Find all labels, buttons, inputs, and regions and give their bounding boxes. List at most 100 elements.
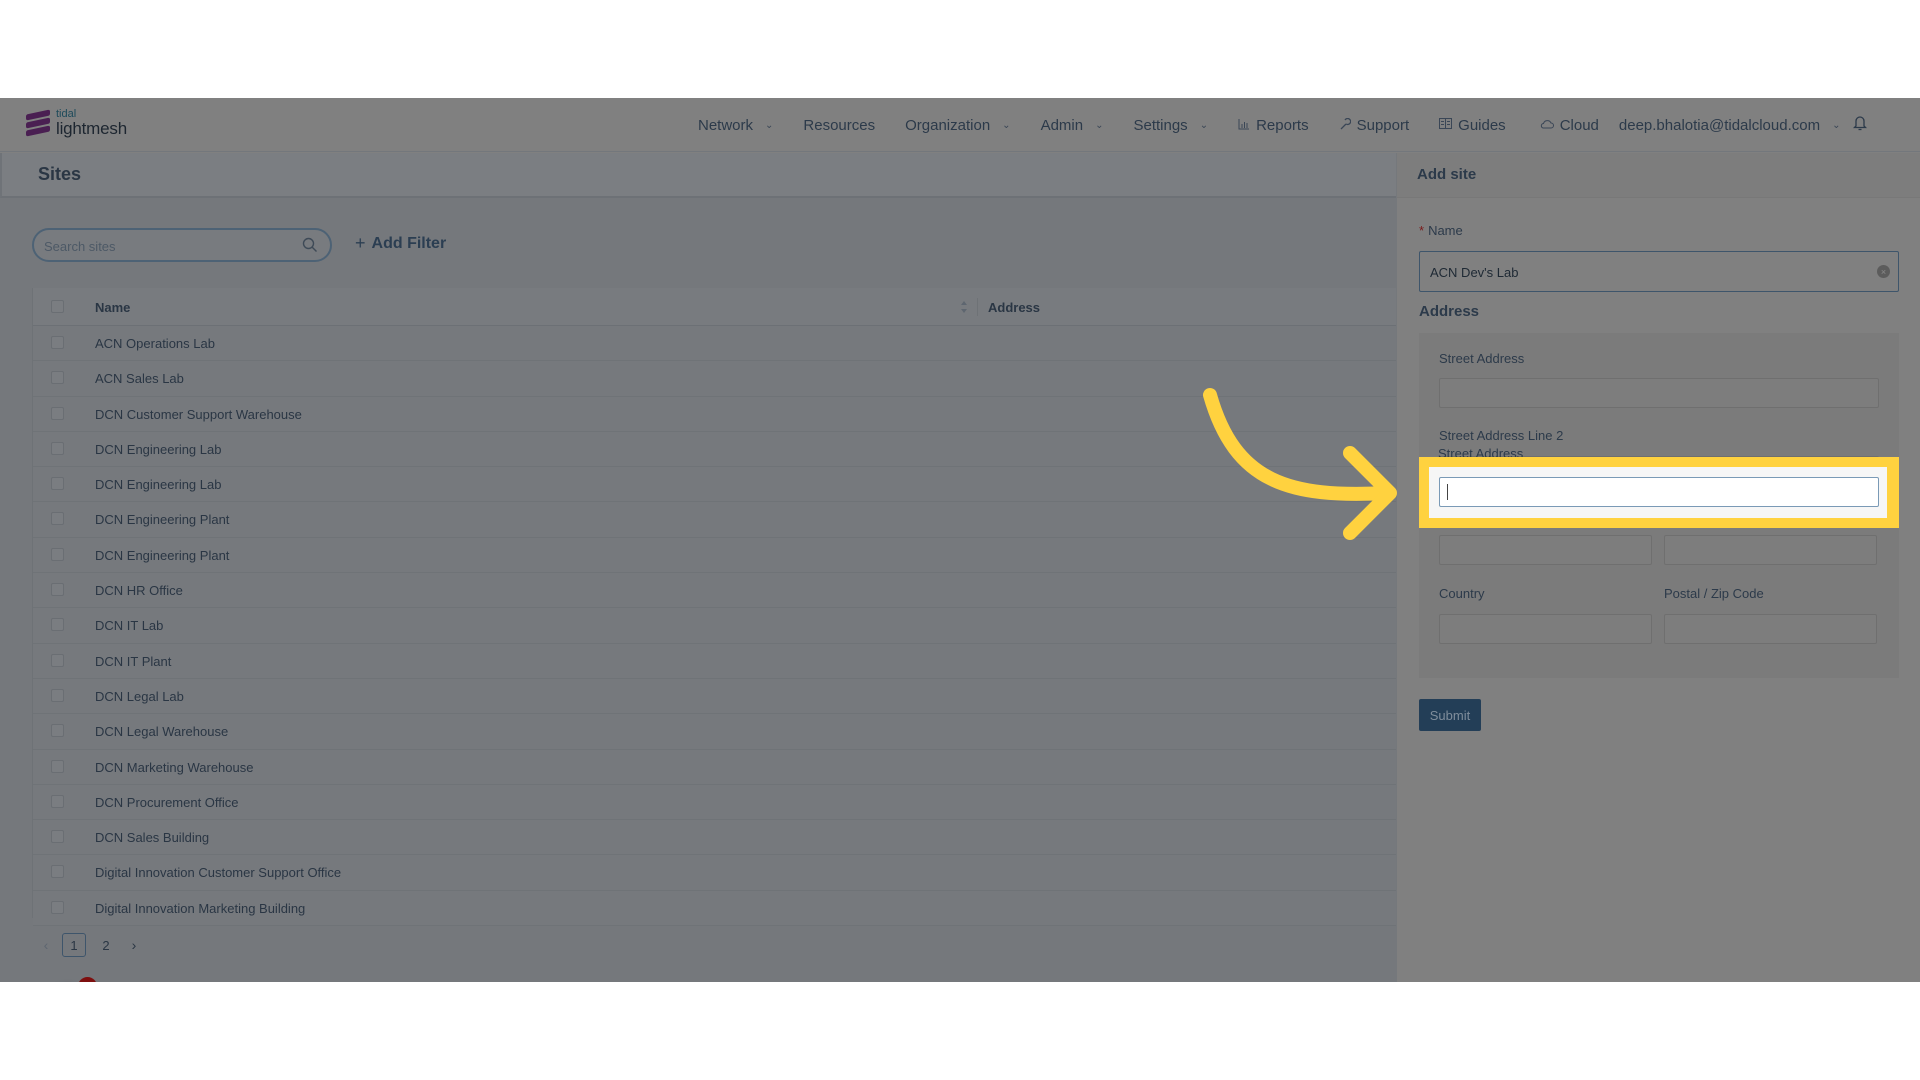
site-name-cell[interactable]: DCN Sales Building <box>95 830 209 845</box>
submit-button[interactable]: Submit <box>1419 699 1481 731</box>
row-checkbox[interactable] <box>51 618 64 632</box>
nav-cloud[interactable]: Cloud <box>1540 117 1599 134</box>
state-field[interactable] <box>1664 535 1877 565</box>
sort-icon[interactable] <box>960 299 968 315</box>
search-sites[interactable] <box>32 228 332 262</box>
table-row[interactable]: DCN IT Lab <box>33 608 1397 644</box>
country-field[interactable] <box>1439 614 1652 644</box>
street-address-field[interactable] <box>1439 378 1879 408</box>
nav-support[interactable]: Support <box>1339 117 1409 134</box>
site-name-cell[interactable]: DCN Procurement Office <box>95 795 239 810</box>
site-name-cell[interactable]: DCN Engineering Plant <box>95 548 229 563</box>
row-checkbox[interactable] <box>51 794 64 808</box>
site-name-cell[interactable]: DCN HR Office <box>95 583 183 598</box>
table-row[interactable]: DCN HR Office <box>33 573 1397 609</box>
plus-icon: + <box>355 233 366 253</box>
site-name-cell[interactable]: DCN Engineering Plant <box>95 512 229 527</box>
table-row[interactable]: DCN Marketing Warehouse <box>33 749 1397 785</box>
site-name-cell[interactable]: DCN Marketing Warehouse <box>95 760 253 775</box>
next-page-icon[interactable]: › <box>126 937 142 953</box>
nav-menu: Network ⌄ Resources Organization ⌄ Admin… <box>698 98 1870 152</box>
table-header: Name Address <box>33 288 1397 326</box>
site-name-cell[interactable]: DCN Engineering Lab <box>95 477 221 492</box>
nav-organization[interactable]: Organization ⌄ <box>905 117 1010 134</box>
street-address-input[interactable] <box>1446 483 1866 501</box>
table-row[interactable]: DCN Procurement Office <box>33 784 1397 821</box>
name-input[interactable] <box>1430 262 1860 282</box>
search-icon[interactable] <box>302 237 318 253</box>
top-navigation: tidal lightmesh Network ⌄ Resources Orga… <box>0 98 1920 152</box>
row-checkbox[interactable] <box>51 512 64 526</box>
table-row[interactable]: DCN Legal Lab <box>33 678 1397 715</box>
site-name-cell[interactable]: ACN Operations Lab <box>95 336 215 351</box>
street-address-line2-label: Street Address Line 2 <box>1439 428 1564 443</box>
table-row[interactable]: DCN Engineering Plant <box>33 537 1397 574</box>
site-name-cell[interactable]: DCN IT Plant <box>95 654 171 669</box>
site-name-cell[interactable]: DCN Engineering Lab <box>95 442 221 457</box>
row-checkbox[interactable] <box>51 900 64 914</box>
nav-organization-label: Organization <box>905 116 991 134</box>
clear-icon[interactable]: × <box>1877 265 1890 278</box>
nav-network[interactable]: Network ⌄ <box>698 117 773 134</box>
page-1-button[interactable]: 1 <box>62 933 86 957</box>
row-checkbox[interactable] <box>51 759 64 773</box>
row-checkbox[interactable] <box>51 724 64 738</box>
user-menu[interactable]: deep.bhalotia@tidalcloud.com ⌄ <box>1619 117 1841 134</box>
chevron-down-icon: ⌄ <box>1095 119 1104 131</box>
nav-reports[interactable]: Reports <box>1238 117 1309 134</box>
nav-settings[interactable]: Settings ⌄ <box>1133 117 1208 134</box>
nav-guides-label: Guides <box>1458 116 1506 134</box>
row-checkbox[interactable] <box>51 865 64 879</box>
city-field[interactable] <box>1439 535 1652 565</box>
site-name-cell[interactable]: DCN IT Lab <box>95 618 163 633</box>
nav-admin[interactable]: Admin ⌄ <box>1041 117 1104 134</box>
table-row[interactable]: Digital Innovation Marketing Building <box>33 890 1397 927</box>
table-row[interactable]: Digital Innovation Customer Support Offi… <box>33 855 1397 891</box>
row-checkbox[interactable] <box>51 547 64 561</box>
row-checkbox[interactable] <box>51 583 64 597</box>
row-checkbox[interactable] <box>51 477 64 491</box>
pagination: ‹ 1 2 › <box>38 933 142 957</box>
nav-resources[interactable]: Resources <box>803 117 875 134</box>
column-header-name[interactable]: Name <box>95 300 130 315</box>
site-name-cell[interactable]: Digital Innovation Customer Support Offi… <box>95 865 341 880</box>
logo-text-lightmesh: lightmesh <box>56 119 127 138</box>
search-input[interactable] <box>44 236 294 256</box>
site-name-cell[interactable]: DCN Legal Warehouse <box>95 724 228 739</box>
bell-icon[interactable] <box>1852 114 1869 134</box>
chevron-down-icon: ⌄ <box>1002 119 1011 131</box>
add-filter-button[interactable]: + Add Filter <box>355 233 446 254</box>
table-row[interactable]: DCN IT Plant <box>33 643 1397 679</box>
logo-icon <box>26 109 50 137</box>
required-marker: * <box>1419 223 1425 238</box>
street-address-input-focused[interactable] <box>1439 477 1879 507</box>
row-checkbox[interactable] <box>51 441 64 455</box>
row-checkbox[interactable] <box>51 406 64 420</box>
page-header: Sites <box>0 153 1396 198</box>
postal-code-field[interactable] <box>1664 614 1877 644</box>
page-2-button[interactable]: 2 <box>94 933 118 957</box>
row-checkbox[interactable] <box>51 336 64 349</box>
add-site-panel: Add site *Name × Address Street Address … <box>1396 153 1920 982</box>
cloud-icon <box>1540 118 1554 132</box>
select-all-checkbox[interactable] <box>51 300 64 313</box>
name-field[interactable]: × <box>1419 251 1899 292</box>
row-checkbox[interactable] <box>51 371 64 385</box>
logo[interactable]: tidal lightmesh <box>26 109 127 137</box>
table-row[interactable]: DCN Sales Building <box>33 820 1397 856</box>
row-checkbox[interactable] <box>51 688 64 702</box>
table-row[interactable]: DCN Legal Warehouse <box>33 714 1397 750</box>
site-name-cell[interactable]: Digital Innovation Marketing Building <box>95 901 305 916</box>
row-checkbox[interactable] <box>51 653 64 667</box>
row-checkbox[interactable] <box>51 830 64 844</box>
column-header-address[interactable]: Address <box>988 300 1040 315</box>
name-label-text: Name <box>1428 223 1463 238</box>
prev-page-icon[interactable]: ‹ <box>38 937 54 953</box>
site-name-cell[interactable]: DCN Customer Support Warehouse <box>95 407 302 422</box>
postal-code-label: Postal / Zip Code <box>1664 586 1764 601</box>
nav-resources-label: Resources <box>803 116 876 134</box>
site-name-cell[interactable]: DCN Legal Lab <box>95 689 184 704</box>
table-row[interactable]: ACN Operations Lab <box>33 326 1397 362</box>
site-name-cell[interactable]: ACN Sales Lab <box>95 371 184 386</box>
nav-guides[interactable]: Guides <box>1439 117 1506 134</box>
